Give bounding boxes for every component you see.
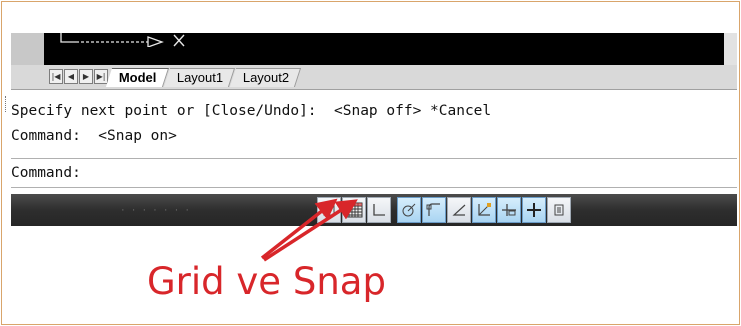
arrow-to-grid-icon bbox=[263, 199, 358, 262]
annotation-caption: Grid ve Snap bbox=[147, 260, 386, 303]
arrow-to-snap-icon bbox=[260, 198, 338, 260]
